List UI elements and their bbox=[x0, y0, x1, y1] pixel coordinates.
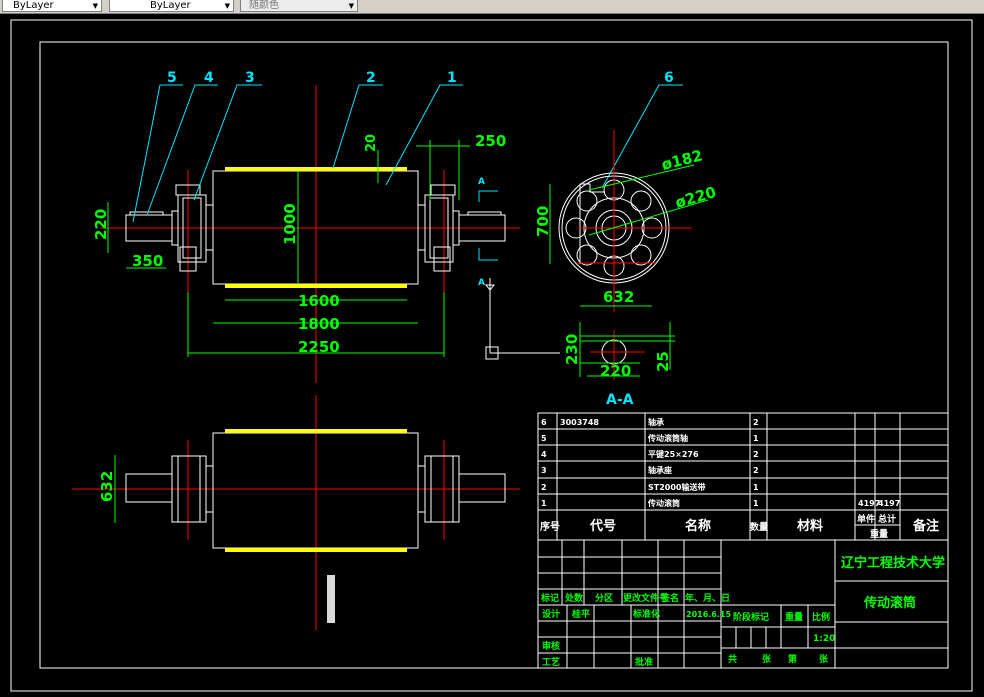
svg-text:重量: 重量 bbox=[785, 611, 803, 623]
balloon-6: 6 bbox=[664, 70, 674, 86]
dim-1000: 1000 bbox=[281, 203, 299, 245]
dim-20: 20 bbox=[364, 134, 379, 152]
parts-cell-name: ST2000输送带 bbox=[648, 482, 705, 492]
dim-220-section: 220 bbox=[600, 362, 631, 380]
parts-cell-total: 4197 bbox=[878, 499, 900, 508]
svg-text:第: 第 bbox=[788, 653, 797, 665]
properties-toolbar: ByLayer ▼ ByLayer ▼ 随颜色 ▼ bbox=[0, 0, 984, 14]
svg-text:分区: 分区 bbox=[595, 592, 613, 604]
parts-row: 1 传动滚筒 1 41974197 bbox=[541, 498, 900, 508]
balloon-3: 3 bbox=[245, 70, 255, 86]
parts-cell-qty: 1 bbox=[753, 499, 759, 508]
parts-cell-name: 轴承 bbox=[648, 417, 664, 427]
parts-cell-name: 轴承座 bbox=[648, 465, 672, 475]
svg-text:A: A bbox=[478, 177, 485, 187]
top-view: 632 bbox=[72, 395, 520, 630]
parts-header-qty: 数量 bbox=[750, 521, 768, 533]
parts-cell-name: 传动滚筒 bbox=[647, 498, 680, 508]
sheet-border bbox=[10, 19, 973, 692]
dim-250: 250 bbox=[475, 132, 506, 150]
svg-text:批准: 批准 bbox=[635, 656, 653, 668]
lineweight-dropdown[interactable]: ByLayer ▼ bbox=[109, 0, 234, 12]
balloon-5: 5 bbox=[167, 70, 177, 86]
parts-cell-no: 5 bbox=[541, 434, 547, 443]
svg-text:设计: 设计 bbox=[542, 608, 560, 620]
balloon-2: 2 bbox=[366, 70, 376, 86]
chevron-down-icon: ▼ bbox=[224, 2, 230, 10]
dim-1800: 1800 bbox=[298, 315, 340, 333]
svg-text:张: 张 bbox=[819, 653, 829, 665]
dim-632: 632 bbox=[603, 288, 634, 306]
parts-cell-qty: 1 bbox=[753, 434, 759, 443]
parts-header-weight: 重量 bbox=[870, 528, 888, 540]
svg-text:审核: 审核 bbox=[542, 640, 560, 652]
parts-row: 6 3003748 轴承 2 bbox=[541, 417, 759, 427]
svg-text:工艺: 工艺 bbox=[542, 656, 560, 668]
dim-25: 25 bbox=[654, 351, 672, 372]
parts-cell-unit: 4197 bbox=[858, 499, 880, 508]
dim-2250: 2250 bbox=[298, 338, 340, 356]
parts-header-code: 代号 bbox=[589, 518, 616, 534]
svg-text:2016.6.15: 2016.6.15 bbox=[686, 610, 731, 619]
parts-cell-no: 3 bbox=[541, 466, 547, 475]
parts-cell-name: 平键25×276 bbox=[648, 449, 699, 459]
svg-text:共: 共 bbox=[728, 653, 737, 665]
parts-row: 3 轴承座 2 bbox=[541, 465, 759, 475]
parts-cell-no: 4 bbox=[541, 450, 547, 459]
section-label: A-A bbox=[606, 392, 634, 408]
balloon-4: 4 bbox=[204, 70, 214, 86]
svg-text:年、月、日: 年、月、日 bbox=[685, 592, 730, 604]
parts-list: 6 3003748 轴承 2 5 传动滚筒轴 1 4 平键25×276 2 3 轴承座 2 2 ST2000… bbox=[537, 412, 949, 541]
svg-text:签名: 签名 bbox=[660, 592, 679, 604]
svg-text:张: 张 bbox=[762, 653, 772, 665]
school-name: 辽宁工程技术大学 bbox=[841, 555, 945, 571]
dim-220: 220 bbox=[92, 209, 110, 240]
svg-text:阶段标记: 阶段标记 bbox=[733, 611, 769, 623]
chevron-down-icon: ▼ bbox=[348, 2, 354, 10]
svg-text:比例: 比例 bbox=[812, 611, 830, 623]
parts-cell-no: 6 bbox=[541, 418, 547, 427]
color-dropdown[interactable]: 随颜色 ▼ bbox=[240, 0, 358, 12]
parts-header-material: 材料 bbox=[797, 518, 823, 534]
parts-header-note: 备注 bbox=[912, 518, 939, 534]
dim-230: 230 bbox=[563, 334, 581, 365]
parts-row: 2 ST2000输送带 1 bbox=[541, 482, 759, 492]
dim-phi220: ø220 bbox=[673, 183, 718, 212]
parts-header-unit: 单件 bbox=[857, 513, 875, 525]
dim-1600: 1600 bbox=[298, 292, 340, 310]
scale-value: 1:20 bbox=[813, 634, 835, 644]
drawing-canvas[interactable]: 1000 1600 1800 2250 350 220 20 250 1 2 3… bbox=[0, 14, 984, 697]
parts-header-total: 总计 bbox=[878, 513, 896, 525]
parts-cell-qty: 2 bbox=[753, 466, 759, 475]
parts-cell-qty: 2 bbox=[753, 418, 759, 427]
parts-cell-qty: 2 bbox=[753, 450, 759, 459]
svg-text:处数: 处数 bbox=[564, 592, 584, 604]
chevron-down-icon: ▼ bbox=[92, 2, 98, 10]
parts-cell-code: 3003748 bbox=[560, 418, 599, 427]
dim-700: 700 bbox=[534, 206, 552, 237]
dim-phi182: ø182 bbox=[660, 146, 705, 174]
parts-header-name: 名称 bbox=[685, 518, 711, 534]
drawing-title: 传动滚筒 bbox=[863, 595, 916, 611]
svg-text:标记: 标记 bbox=[540, 592, 559, 604]
svg-text:桂平: 桂平 bbox=[571, 608, 590, 620]
vertical-note bbox=[327, 575, 335, 623]
parts-cell-qty: 1 bbox=[753, 483, 759, 492]
title-block: 标记 处数 分区 更改文件号 签名 年、月、日 设计 桂平 标准化 2016.6… bbox=[537, 539, 949, 669]
dim-350: 350 bbox=[132, 252, 163, 270]
linetype-dropdown[interactable]: ByLayer ▼ bbox=[2, 0, 102, 12]
parts-cell-no: 1 bbox=[541, 499, 547, 508]
side-view: 700 632 ø182 ø220 230 220 25 A-A bbox=[534, 130, 718, 408]
balloon-1: 1 bbox=[447, 70, 457, 86]
dim-632-top: 632 bbox=[98, 471, 116, 502]
parts-row: 5 传动滚筒轴 1 bbox=[541, 433, 759, 443]
svg-text:A: A bbox=[478, 278, 485, 288]
parts-cell-no: 2 bbox=[541, 483, 547, 492]
parts-cell-name: 传动滚筒轴 bbox=[647, 433, 688, 443]
parts-row: 4 平键25×276 2 bbox=[541, 449, 759, 459]
svg-text:标准化: 标准化 bbox=[632, 608, 660, 620]
parts-header-no: 序号 bbox=[540, 520, 560, 533]
